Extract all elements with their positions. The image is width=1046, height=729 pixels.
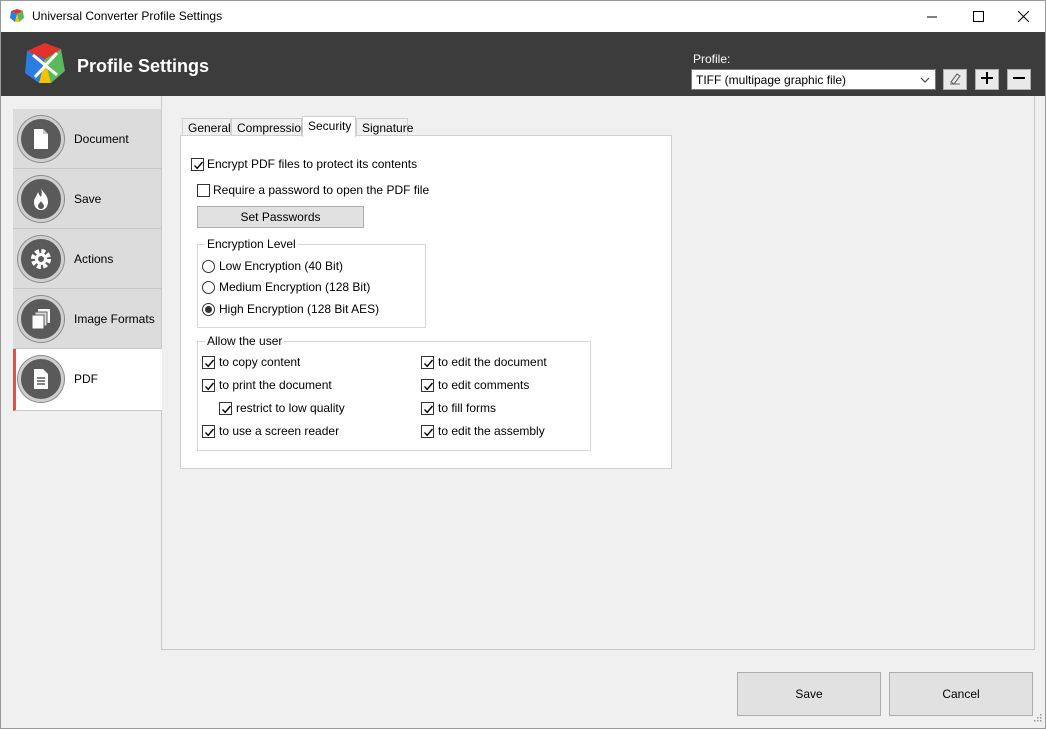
chevron-down-icon: [920, 74, 930, 88]
medium-encryption-radio[interactable]: [202, 281, 215, 294]
eraser-icon: [948, 71, 962, 88]
fill-forms-checkbox[interactable]: [421, 402, 434, 415]
edit-assembly-checkbox[interactable]: [421, 425, 434, 438]
save-button-label: Save: [795, 687, 823, 701]
edit-comments-label: to edit comments: [438, 378, 530, 392]
cancel-button-label: Cancel: [942, 687, 980, 701]
set-passwords-label: Set Passwords: [240, 210, 321, 224]
encrypt-label: Encrypt PDF files to protect its content…: [207, 157, 418, 171]
profile-select-value: TIFF (multipage graphic file): [696, 73, 847, 87]
set-passwords-button[interactable]: Set Passwords: [197, 206, 364, 228]
minus-icon: [1012, 71, 1026, 88]
rename-profile-button[interactable]: [943, 69, 967, 90]
sidebar-item-label: PDF: [74, 372, 98, 386]
sidebar-item-label: Save: [74, 192, 102, 206]
tab-label: Security: [308, 119, 352, 133]
low-encryption-label: Low Encryption (40 Bit): [219, 259, 344, 273]
sidebar-item-actions[interactable]: Actions: [13, 229, 161, 289]
tab-general[interactable]: General: [182, 118, 231, 136]
tab-signature[interactable]: Signature: [356, 118, 413, 136]
add-profile-button[interactable]: [975, 69, 999, 90]
allow-user-title: Allow the user: [205, 334, 285, 348]
tab-security[interactable]: Security: [302, 116, 356, 137]
document-icon: [18, 116, 64, 162]
cancel-button[interactable]: Cancel: [889, 672, 1033, 716]
sidebar-item-document[interactable]: Document: [13, 109, 161, 169]
sidebar-item-save[interactable]: Save: [13, 169, 161, 229]
header-bar: Profile Settings Profile: TIFF (multipag…: [1, 32, 1045, 96]
pdf-document-icon: [18, 356, 64, 402]
stacked-pages-icon: [18, 296, 64, 342]
flame-icon: [18, 176, 64, 222]
window-title: Universal Converter Profile Settings: [32, 9, 223, 23]
high-encryption-radio[interactable]: [202, 303, 215, 316]
encrypt-checkbox[interactable]: [191, 158, 204, 171]
print-document-label: to print the document: [219, 378, 332, 392]
sidebar-item-label: Document: [74, 132, 129, 146]
save-button[interactable]: Save: [737, 672, 881, 716]
low-quality-checkbox[interactable]: [219, 402, 232, 415]
copy-content-checkbox[interactable]: [202, 356, 215, 369]
fill-forms-label: to fill forms: [438, 401, 497, 415]
sidebar-item-label: Image Formats: [74, 312, 155, 326]
page-title: Profile Settings: [77, 56, 210, 76]
tab-compression[interactable]: Compression: [231, 118, 308, 136]
tab-label: Signature: [362, 121, 414, 135]
print-document-checkbox[interactable]: [202, 379, 215, 392]
remove-profile-button[interactable]: [1007, 69, 1031, 90]
medium-encryption-label: Medium Encryption (128 Bit): [219, 280, 371, 294]
resize-grip-icon[interactable]: [1032, 711, 1042, 725]
security-tab-page: Encrypt PDF files to protect its content…: [180, 135, 672, 469]
high-encryption-label: High Encryption (128 Bit AES): [219, 302, 380, 316]
low-quality-label: restrict to low quality: [236, 401, 345, 415]
encryption-level-title: Encryption Level: [205, 237, 298, 251]
edit-comments-checkbox[interactable]: [421, 379, 434, 392]
plus-icon: [980, 71, 994, 88]
sidebar-item-pdf[interactable]: PDF: [13, 349, 162, 411]
require-password-label: Require a password to open the PDF file: [213, 183, 430, 197]
require-password-checkbox[interactable]: [197, 184, 210, 197]
app-icon: [9, 8, 25, 24]
profile-select[interactable]: TIFF (multipage graphic file): [691, 69, 936, 90]
minimize-button[interactable]: [909, 1, 955, 32]
screen-reader-checkbox[interactable]: [202, 425, 215, 438]
copy-content-label: to copy content: [219, 355, 301, 369]
app-logo: [21, 39, 69, 87]
edit-document-label: to edit the document: [438, 355, 547, 369]
tab-label: Compression: [237, 121, 308, 135]
close-button[interactable]: [1000, 1, 1046, 32]
title-bar: Universal Converter Profile Settings: [1, 1, 1045, 32]
maximize-button[interactable]: [955, 1, 1001, 32]
sidebar-item-label: Actions: [74, 252, 114, 266]
sidebar-item-image-formats[interactable]: Image Formats: [13, 289, 161, 349]
app-window: Universal Converter Profile Settings Pro…: [0, 0, 1046, 729]
gear-icon: [18, 236, 64, 282]
tab-label: General: [188, 121, 231, 135]
edit-document-checkbox[interactable]: [421, 356, 434, 369]
screen-reader-label: to use a screen reader: [219, 424, 340, 438]
profile-label: Profile:: [693, 52, 731, 66]
edit-assembly-label: to edit the assembly: [438, 424, 545, 438]
low-encryption-radio[interactable]: [202, 260, 215, 273]
